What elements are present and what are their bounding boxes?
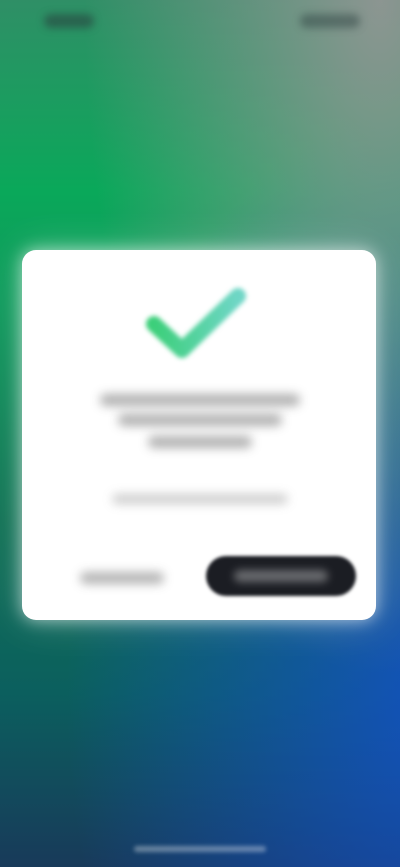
status-icons <box>300 14 360 28</box>
status-bar <box>0 0 400 44</box>
dialog-message <box>112 494 288 504</box>
dialog-title-line-1 <box>100 394 300 406</box>
home-indicator[interactable] <box>134 846 266 852</box>
secondary-button-label <box>80 572 164 584</box>
secondary-button[interactable] <box>52 560 192 596</box>
app-screen <box>0 0 400 867</box>
dialog-title-line-2 <box>118 414 282 426</box>
primary-button[interactable] <box>206 556 356 596</box>
status-time <box>44 14 94 28</box>
dialog-title-line-3 <box>148 436 252 448</box>
primary-button-label <box>234 570 328 582</box>
checkmark-icon <box>146 288 246 358</box>
